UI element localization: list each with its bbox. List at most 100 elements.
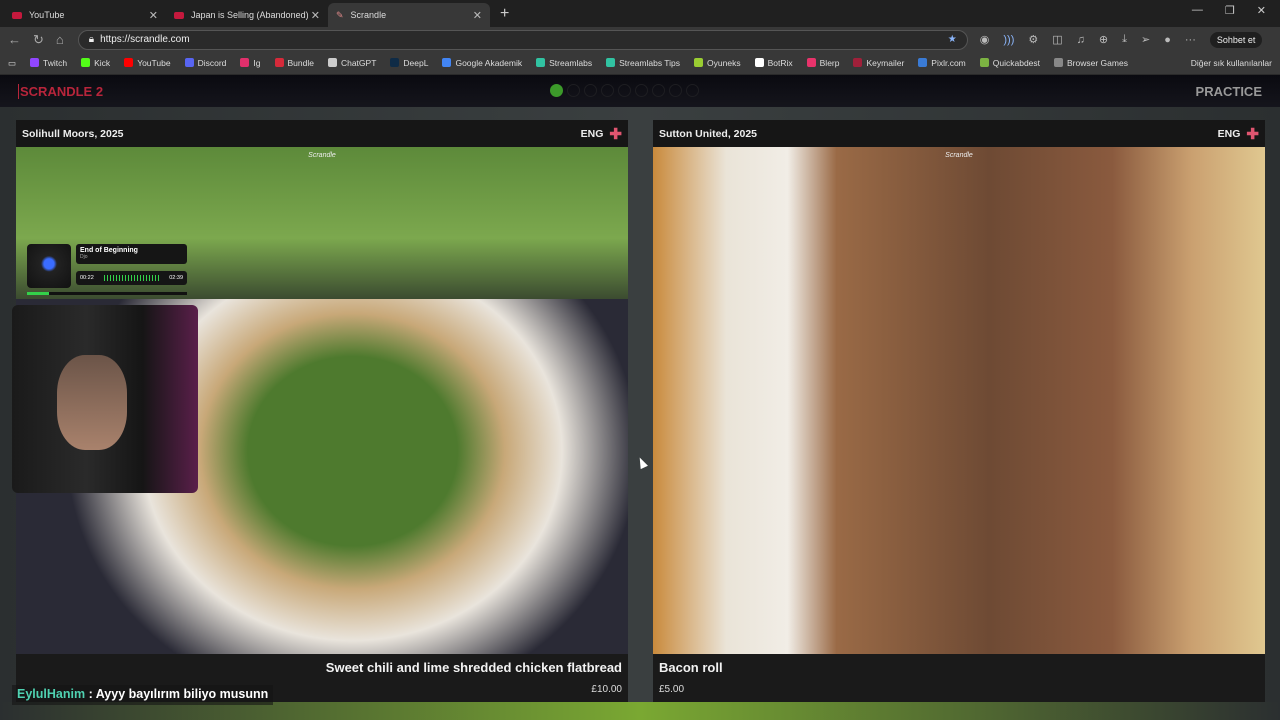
- read-aloud-icon[interactable]: ))): [1003, 34, 1014, 46]
- chat-username: EylulHanim: [17, 687, 86, 701]
- tab-scrandle[interactable]: ✎ Scrandle ✕: [328, 3, 490, 27]
- now-playing-widget: End of Beginning Djo 00:22 02:39: [27, 244, 187, 295]
- tab-japan-video[interactable]: Japan is Selling (Abandoned) Hou✕: [166, 3, 328, 27]
- bookmark-label: Keymailer: [866, 58, 905, 68]
- bookmark-icon: [442, 58, 452, 67]
- other-bookmarks-folder[interactable]: Diğer sık kullanılanlar: [1191, 58, 1272, 68]
- bookmark-icon: [694, 58, 704, 67]
- round-dot: [567, 84, 580, 97]
- profile-avatar[interactable]: ●: [1164, 34, 1171, 46]
- chat-text: : Ayyy bayılırım biliyo musunn: [88, 687, 269, 701]
- close-tab-icon[interactable]: ✕: [311, 9, 320, 22]
- album-art: [27, 244, 71, 288]
- bookmark-item[interactable]: Discord: [184, 58, 227, 68]
- extension-icon[interactable]: ◉: [980, 33, 990, 46]
- bookmark-label: Oyuneks: [707, 58, 741, 68]
- watermark: Scrandle: [945, 152, 973, 159]
- bookmark-item[interactable]: Quickabdest: [979, 58, 1040, 68]
- brand-logo[interactable]: SCRANDLE 2: [18, 83, 103, 99]
- bookmark-item[interactable]: BotRix: [754, 58, 793, 68]
- round-dot: [584, 84, 597, 97]
- england-flag-icon: ✚: [609, 125, 622, 143]
- home-icon[interactable]: ⌂: [56, 32, 64, 47]
- tab-label: Scrandle: [350, 10, 387, 20]
- round-dot: [686, 84, 699, 97]
- bookmark-item[interactable]: Ig: [240, 58, 261, 68]
- url-input[interactable]: 🔒︎ https://scrandle.com ★: [77, 29, 968, 50]
- round-dot: [618, 84, 631, 97]
- app-header: SCRANDLE 2 PRACTICE: [0, 75, 1280, 107]
- bookmark-item[interactable]: Google Akademik: [442, 58, 522, 68]
- bookmark-label: Kick: [94, 58, 111, 68]
- bookmark-label: Bundle: [287, 58, 314, 68]
- scrandle-favicon-icon: ✎: [336, 9, 344, 20]
- copilot-button[interactable]: Sohbet et: [1209, 31, 1263, 48]
- bookmark-label: ChatGPT: [340, 58, 377, 68]
- bookmark-item[interactable]: Keymailer: [853, 58, 904, 68]
- bookmark-icon: [327, 58, 337, 67]
- address-bar-row: ← ↻ ⌂ 🔒︎ https://scrandle.com ★ ◉ ))) ⚙ ◫ …: [0, 27, 1280, 52]
- track-progress-fill: [27, 292, 50, 295]
- track-progress: [27, 292, 187, 295]
- share-icon[interactable]: ➢: [1141, 33, 1150, 46]
- restore-icon[interactable]: ❐: [1225, 4, 1235, 17]
- tab-label: Japan is Selling (Abandoned) Hou: [191, 10, 311, 20]
- bookmark-item[interactable]: Blerp: [806, 58, 839, 68]
- bookmark-item[interactable]: Twitch: [30, 58, 67, 68]
- bookmark-item[interactable]: Oyuneks: [694, 58, 741, 68]
- bookmark-item[interactable]: ChatGPT: [327, 58, 377, 68]
- card-header: Sutton United, 2025 ENG ✚: [653, 120, 1265, 147]
- lock-icon: 🔒︎: [88, 34, 95, 45]
- bookmark-icon: [754, 58, 764, 67]
- bookmark-item[interactable]: Streamlabs Tips: [606, 58, 680, 68]
- minimize-icon[interactable]: —: [1192, 4, 1203, 17]
- reload-icon[interactable]: ↻: [33, 32, 44, 48]
- extensions-icon[interactable]: ⚙: [1028, 33, 1038, 46]
- more-icon[interactable]: ···: [1185, 34, 1196, 46]
- bookmarks-menu-icon[interactable]: ▭: [8, 58, 16, 69]
- dish-price: £5.00: [659, 684, 685, 695]
- practice-mode-label[interactable]: PRACTICE: [1196, 84, 1262, 99]
- new-tab-button[interactable]: +: [490, 5, 519, 27]
- bookmark-icon: [124, 58, 134, 67]
- bookmark-label: Twitch: [43, 58, 68, 68]
- back-icon[interactable]: ←: [8, 32, 21, 47]
- bookmark-label: Streamlabs: [549, 58, 593, 68]
- tab-youtube[interactable]: YouTube ✕: [4, 3, 166, 27]
- bookmark-item[interactable]: Pixlr.com: [918, 58, 966, 68]
- track-title: End of Beginning: [80, 247, 138, 254]
- close-tab-icon[interactable]: ✕: [473, 9, 482, 22]
- food-card-right[interactable]: Sutton United, 2025 ENG ✚ Scrandle Bacon r…: [653, 120, 1265, 702]
- track-artist: Djo: [80, 254, 88, 260]
- collections-icon[interactable]: ⊕: [1099, 33, 1108, 46]
- club-name: Solihull Moors, 2025: [22, 127, 124, 140]
- bookmark-icon: [979, 58, 989, 67]
- round-dot: [601, 84, 614, 97]
- bookmark-label: Discord: [197, 58, 227, 68]
- bookmark-item[interactable]: Streamlabs: [536, 58, 592, 68]
- split-screen-icon[interactable]: ◫: [1052, 33, 1062, 46]
- bookmark-item[interactable]: DeepL: [390, 58, 428, 68]
- bookmark-icon: [184, 58, 194, 67]
- track-info: End of Beginning Djo: [76, 244, 187, 264]
- youtube-icon: [174, 11, 184, 19]
- bookmark-icon: [30, 58, 40, 67]
- music-icon[interactable]: ♫: [1077, 34, 1085, 46]
- track-time: 00:22 02:39: [76, 271, 187, 285]
- bookmark-icon: [918, 58, 928, 67]
- bookmark-item[interactable]: Kick: [81, 58, 110, 68]
- bookmark-item[interactable]: Bundle: [274, 58, 314, 68]
- club-name: Sutton United, 2025: [659, 127, 758, 140]
- close-window-icon[interactable]: ✕: [1257, 4, 1266, 17]
- card-header: Solihull Moors, 2025 ENG ✚: [16, 120, 628, 147]
- bookmark-label: Browser Games: [1067, 58, 1128, 68]
- bookmark-item[interactable]: Browser Games: [1054, 58, 1128, 68]
- download-icon[interactable]: ⤓: [1122, 33, 1127, 46]
- food-photo: [653, 147, 1265, 654]
- bookmark-item[interactable]: YouTube: [124, 58, 171, 68]
- bookmark-icon: [81, 58, 91, 67]
- close-tab-icon[interactable]: ✕: [149, 9, 158, 22]
- favorite-star-icon[interactable]: ★: [948, 34, 957, 45]
- elapsed-time: 00:22: [80, 275, 94, 281]
- bookmark-icon: [536, 58, 546, 67]
